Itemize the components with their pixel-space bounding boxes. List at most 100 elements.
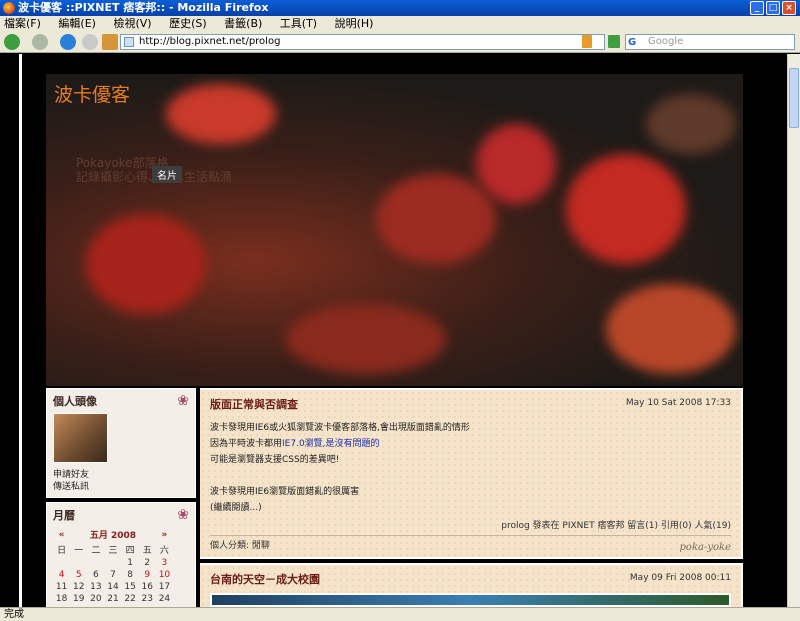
- left-border-strip: [19, 54, 22, 607]
- header-banner-image: 波卡優客 Pokayoke部落格 記錄攝影心得、分享生活點滴 名片: [46, 74, 743, 386]
- calendar-day: 16: [141, 582, 153, 592]
- back-icon[interactable]: [4, 34, 20, 50]
- calendar-weekday: 日: [57, 546, 67, 556]
- calendar-day: 12: [72, 582, 85, 592]
- blog-title[interactable]: 波卡優客: [54, 80, 130, 107]
- post-line: 波卡發現用IE6瀏覽版面錯亂的很厲害: [210, 487, 360, 497]
- maximize-button[interactable]: □: [766, 1, 780, 15]
- signature: poka-yoke: [679, 542, 731, 553]
- menu-view[interactable]: 檢視(V): [113, 17, 151, 30]
- calendar-day: 15: [124, 582, 136, 592]
- post-category[interactable]: 個人分類: 閒聊: [210, 535, 731, 551]
- main-content: 版面正常與否調查 May 10 Sat 2008 17:33 波卡發現用IE6或…: [200, 388, 743, 607]
- post-line: 可能是瀏覽器支援CSS的差異吧!: [210, 455, 340, 465]
- calendar-day[interactable]: 3: [156, 557, 173, 569]
- search-placeholder: Google: [648, 36, 684, 47]
- post-link[interactable]: IE7.0瀏覽,是沒有問題的: [282, 439, 380, 449]
- calendar-day: 20: [90, 594, 102, 604]
- page-icon: [124, 37, 134, 47]
- menu-bookmarks[interactable]: 書籤(B): [224, 17, 262, 30]
- url-text: http://blog.pixnet.net/prolog: [139, 36, 281, 47]
- calendar-weekday: 二: [91, 546, 101, 556]
- calendar-day: 8: [127, 570, 133, 580]
- navigation-toolbar: http://blog.pixnet.net/prolog G Google: [0, 31, 800, 53]
- vertical-scrollbar[interactable]: [787, 54, 800, 607]
- calendar-weekday: 五: [142, 546, 152, 556]
- calendar-day: 1: [127, 558, 133, 568]
- post-photo[interactable]: [210, 593, 731, 607]
- calendar-title: 月曆: [53, 509, 75, 522]
- calendar-next[interactable]: »: [156, 527, 173, 542]
- calendar-day: 14: [107, 582, 119, 592]
- calendar-day: 21: [107, 594, 119, 604]
- profile-title: 個人頭像: [53, 395, 97, 408]
- calendar-day: 23: [141, 594, 153, 604]
- calendar-day[interactable]: 5: [70, 569, 87, 581]
- ornament-icon: ❀: [177, 393, 189, 409]
- post-article: 版面正常與否調查 May 10 Sat 2008 17:33 波卡發現用IE6或…: [200, 388, 743, 559]
- post-line: 波卡發現用IE6或火狐瀏覽波卡優客部落格,會出現版面錯亂的情形: [210, 423, 470, 433]
- menu-file[interactable]: 檔案(F): [4, 17, 41, 30]
- calendar-day[interactable]: 4: [53, 569, 70, 581]
- calendar-day: 22: [124, 594, 136, 604]
- calendar-weekday: 四: [125, 546, 135, 556]
- post-date: May 10 Sat 2008 17:33: [625, 398, 731, 408]
- calendar-day[interactable]: 10: [156, 569, 173, 581]
- read-more-link[interactable]: (繼續閱讀...): [210, 500, 731, 516]
- stop-icon[interactable]: [82, 34, 98, 50]
- window-titlebar: 波卡優客 ::PIXNET 痞客邦:: - Mozilla Firefox _ …: [0, 0, 800, 16]
- calendar-prev[interactable]: «: [53, 527, 70, 542]
- name-card-button[interactable]: 名片: [152, 166, 182, 183]
- go-icon[interactable]: [608, 35, 620, 48]
- calendar-day: [104, 557, 121, 569]
- profile-box: ❀ 個人頭像 申請好友 傳送私訊: [46, 388, 196, 498]
- menu-edit[interactable]: 編輯(E): [58, 17, 96, 30]
- search-input[interactable]: G Google: [625, 34, 795, 50]
- url-bar[interactable]: http://blog.pixnet.net/prolog: [120, 34, 605, 50]
- calendar-day[interactable]: 9: [139, 569, 156, 581]
- calendar-day: 6: [92, 570, 99, 580]
- menu-tools[interactable]: 工具(T): [280, 17, 317, 30]
- calendar-weekday: 一: [74, 546, 84, 556]
- calendar-day: 2: [144, 558, 151, 568]
- calendar-box: ❀ 月曆 « 五月 2008 » 日 一 二 三 四 五 六 1 2 3 4 5…: [46, 502, 196, 607]
- post-article: 台南的天空－成大校園 May 09 Fri 2008 00:11: [200, 563, 743, 607]
- home-icon[interactable]: [102, 34, 118, 50]
- add-friend-link[interactable]: 申請好友: [53, 469, 189, 481]
- post-line: [210, 468, 731, 484]
- firefox-icon: [3, 2, 15, 14]
- post-body: 波卡發現用IE6或火狐瀏覽波卡優客部落格,會出現版面錯亂的情形 因為平時波卡都用…: [210, 420, 731, 516]
- send-message-link[interactable]: 傳送私訊: [53, 481, 189, 493]
- calendar-day: 7: [110, 570, 116, 580]
- calendar-day: 19: [72, 594, 85, 604]
- avatar[interactable]: [53, 413, 108, 463]
- post-date: May 09 Fri 2008 00:11: [629, 573, 731, 583]
- window-title: 波卡優客 ::PIXNET 痞客邦:: - Mozilla Firefox: [18, 1, 269, 14]
- calendar-weekday: 三: [108, 546, 118, 556]
- close-button[interactable]: ×: [782, 1, 796, 15]
- calendar-day: [53, 557, 70, 569]
- calendar-day: [70, 557, 87, 569]
- calendar-day: 17: [158, 582, 171, 592]
- calendar-table: « 五月 2008 » 日 一 二 三 四 五 六 1 2 3 4 5 6 7 …: [53, 527, 173, 605]
- post-line: 因為平時波卡都用IE7.0瀏覽,是沒有問題的: [210, 439, 380, 449]
- calendar-month: 五月 2008: [89, 531, 137, 541]
- post-meta[interactable]: prolog 發表在 PIXNET 痞客邦 留言(1) 引用(0) 人氣(19): [210, 518, 731, 531]
- reload-icon[interactable]: [60, 34, 76, 50]
- menu-bar: 檔案(F) 編輯(E) 檢視(V) 歷史(S) 書籤(B) 工具(T) 說明(H…: [0, 16, 800, 31]
- calendar-day: 18: [55, 594, 68, 604]
- calendar-day: 11: [55, 582, 68, 592]
- rss-icon[interactable]: [582, 35, 592, 48]
- calendar-weekday: 六: [159, 546, 169, 556]
- forward-icon[interactable]: [32, 34, 48, 50]
- menu-help[interactable]: 說明(H): [335, 17, 374, 30]
- minimize-button[interactable]: _: [750, 1, 764, 15]
- scrollbar-thumb[interactable]: [789, 68, 799, 128]
- calendar-day: 13: [90, 582, 102, 592]
- ornament-icon: ❀: [177, 507, 189, 523]
- sidebar: ❀ 個人頭像 申請好友 傳送私訊 ❀ 月曆 « 五月 2008 » 日 一 二 …: [46, 388, 196, 607]
- menu-history[interactable]: 歷史(S): [169, 17, 207, 30]
- status-bar: 完成: [0, 607, 800, 621]
- calendar-day: [87, 557, 104, 569]
- calendar-day: 24: [158, 594, 171, 604]
